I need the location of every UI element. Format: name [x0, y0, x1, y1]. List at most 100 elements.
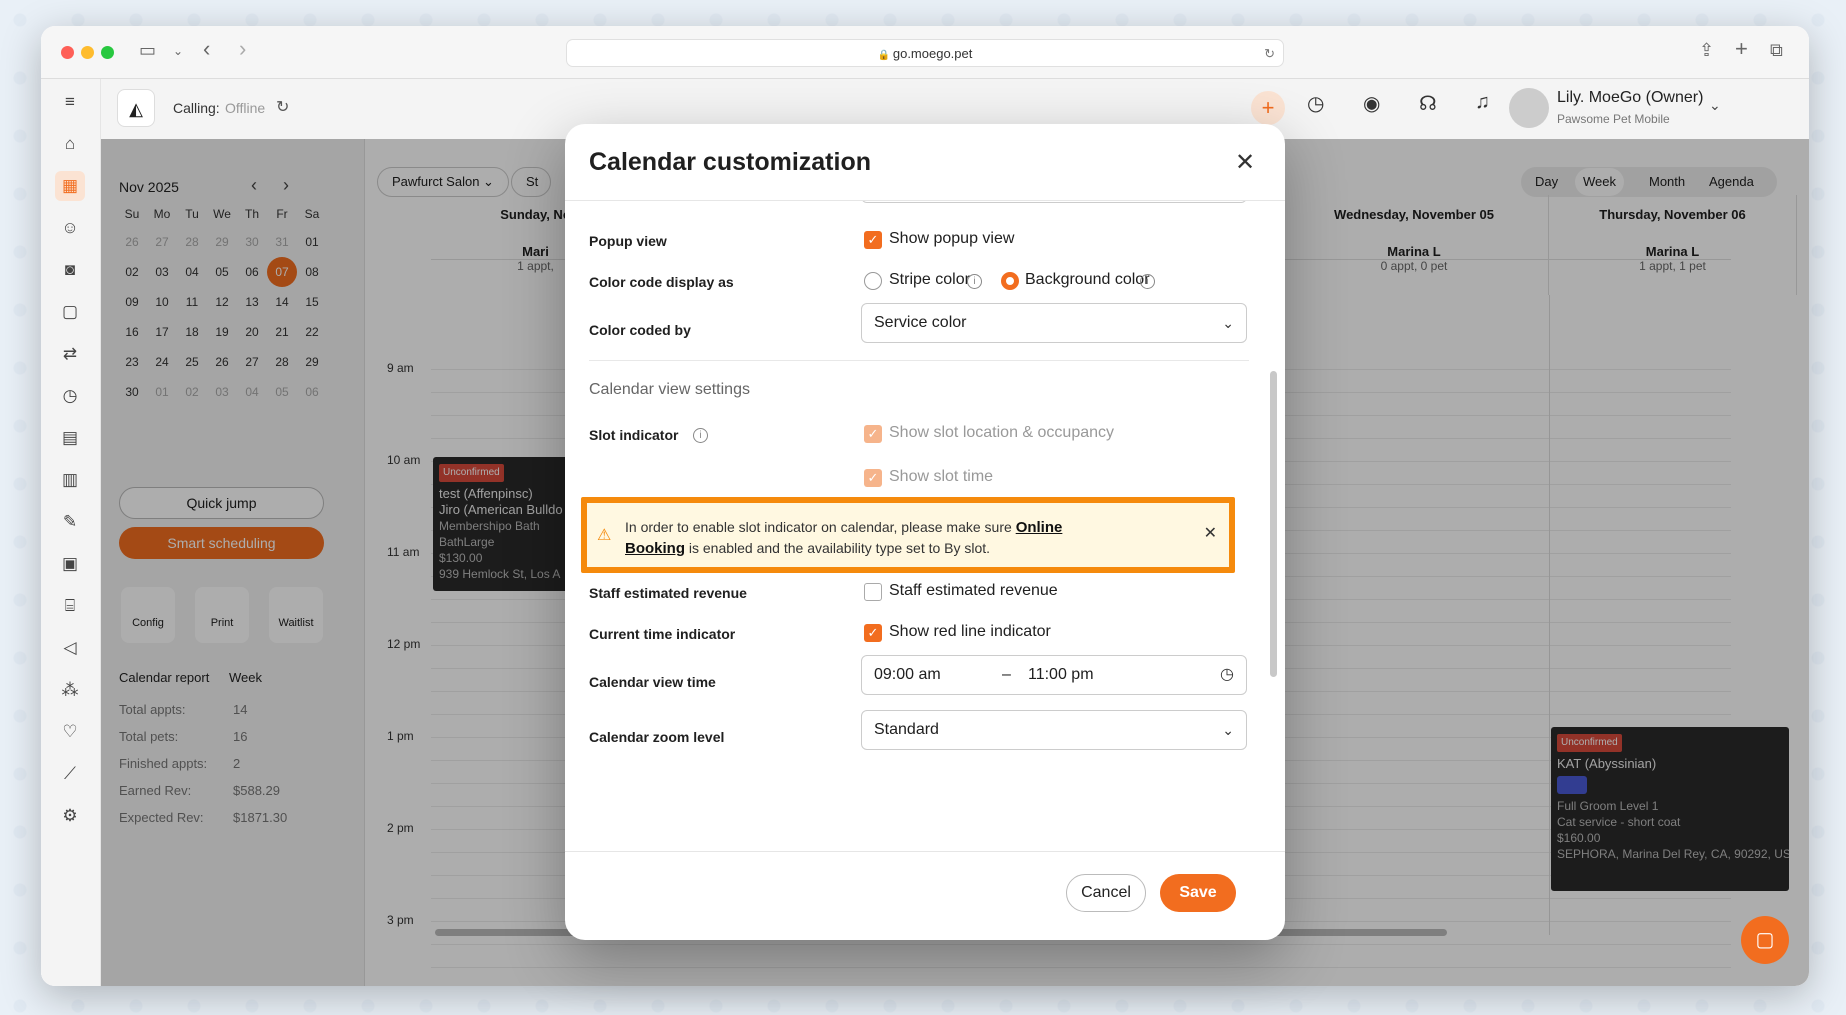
forward-icon[interactable]: ›	[239, 36, 246, 62]
browser-chrome: ▭ ⌄ ‹ › 🔒 go.moego.pet ↻ ⇪ + ⧉	[41, 26, 1809, 79]
team-icon[interactable]: ⁂	[55, 675, 85, 705]
section-title: Calendar view settings	[589, 381, 750, 398]
calling-label: Calling:	[173, 100, 220, 116]
popup-view-option: Show popup view	[889, 230, 1015, 247]
refresh-icon[interactable]: ↻	[276, 97, 289, 117]
current-time-checkbox[interactable]: ✓	[864, 624, 882, 642]
left-nav-rail: ≡ ⌂ ▦ ☺ ◙ ▢ ⇄ ◷ ▤ ▥ ✎ ▣ ⌸ ◁ ⁂ ♡ ⟋ ⚙	[41, 79, 101, 986]
calling-status: Offline	[225, 100, 266, 116]
view-time-end[interactable]: 11:00 pm	[1028, 656, 1094, 694]
popup-view-label: Popup view	[589, 233, 667, 249]
background-color-option: Background color	[1025, 271, 1150, 288]
chevron-down-icon[interactable]: ⌄	[1709, 97, 1721, 114]
clients-icon[interactable]: ☺	[55, 213, 85, 243]
zoom-level-value: Standard	[874, 721, 939, 738]
ai-assistant-icon[interactable]: ◉	[1363, 91, 1380, 116]
zoom-level-select[interactable]: Standard ⌄	[861, 710, 1247, 750]
headset-icon[interactable]: ☊	[1419, 91, 1437, 116]
info-icon[interactable]: i	[967, 274, 982, 289]
warning-text-end: is enabled and the availability type set…	[685, 540, 991, 556]
lock-icon: 🔒	[877, 50, 893, 61]
back-icon[interactable]: ‹	[203, 36, 210, 62]
background-color-radio[interactable]	[1001, 272, 1019, 290]
chart-icon[interactable]: ⟋	[55, 759, 85, 789]
color-coded-by-value: Service color	[874, 314, 967, 331]
share-icon[interactable]: ⇪	[1699, 40, 1714, 61]
megaphone-icon[interactable]: ◁	[55, 633, 85, 663]
staff-revenue-option: Staff estimated revenue	[889, 582, 1058, 599]
warning-text: In order to enable slot indicator on cal…	[625, 517, 1095, 559]
select-field-edge	[861, 201, 1247, 203]
popup-view-checkbox[interactable]: ✓	[864, 231, 882, 249]
bank-icon[interactable]: ⌸	[55, 591, 85, 621]
modal-body: Popup view ✓ Show popup view Color code …	[565, 201, 1285, 851]
stripe-color-option: Stripe color	[889, 271, 970, 288]
warning-text-start: In order to enable slot indicator on cal…	[625, 519, 1016, 535]
warning-icon: ⚠	[597, 527, 612, 544]
user-name[interactable]: Lily. MoeGo (Owner)	[1557, 89, 1703, 107]
calendar-customization-modal: Calendar customization ✕ Popup view ✓ Sh…	[565, 124, 1285, 940]
slot-time-checkbox[interactable]: ✓	[864, 469, 882, 487]
cancel-button[interactable]: Cancel	[1066, 874, 1146, 912]
logo-icon: ◭	[117, 89, 155, 127]
route-icon[interactable]: ⇄	[55, 339, 85, 369]
booking-icon[interactable]: ▤	[55, 423, 85, 453]
close-icon[interactable]: ✕	[1204, 523, 1217, 543]
chat-icon[interactable]: ▢	[1741, 916, 1789, 964]
close-icon[interactable]: ✕	[1233, 148, 1257, 177]
current-time-option: Show red line indicator	[889, 623, 1051, 640]
close-window-button[interactable]	[61, 46, 74, 59]
slot-location-option: Show slot location & occupancy	[889, 424, 1115, 441]
info-icon[interactable]: i	[1140, 274, 1155, 289]
settings-icon[interactable]: ⚙	[55, 801, 85, 831]
url-text: go.moego.pet	[892, 46, 973, 61]
alarm-icon[interactable]: ◷	[55, 381, 85, 411]
slot-location-checkbox[interactable]: ✓	[864, 425, 882, 443]
chevron-down-icon: ⌄	[1222, 722, 1234, 738]
slot-time-option: Show slot time	[889, 468, 994, 485]
sidebar-toggle-icon[interactable]: ▭	[139, 40, 156, 61]
modal-footer: Cancel Save	[565, 851, 1285, 940]
view-time-dash: –	[1002, 666, 1011, 683]
card-icon[interactable]: ▣	[55, 549, 85, 579]
slot-indicator-label: Slot indicator	[589, 427, 679, 443]
tabs-overview-icon[interactable]: ⧉	[1770, 40, 1783, 61]
view-time-range[interactable]: 09:00 am – 11:00 pm ◷	[861, 655, 1247, 695]
modal-title: Calendar customization	[589, 148, 871, 176]
modal-scrollbar[interactable]	[1270, 371, 1277, 677]
clipboard-icon[interactable]: ▥	[55, 465, 85, 495]
save-button[interactable]: Save	[1160, 874, 1236, 912]
menu-icon[interactable]: ≡	[55, 87, 85, 117]
business-name: Pawsome Pet Mobile	[1557, 112, 1670, 126]
clock-icon: ◷	[1220, 666, 1234, 683]
maximize-window-button[interactable]	[101, 46, 114, 59]
reload-icon[interactable]: ↻	[1264, 40, 1275, 67]
calendar-icon[interactable]: ▦	[55, 171, 85, 201]
home-icon[interactable]: ⌂	[55, 129, 85, 159]
pen-icon[interactable]: ✎	[55, 507, 85, 537]
stripe-color-radio[interactable]	[864, 272, 882, 290]
chevron-down-icon[interactable]: ⌄	[173, 44, 183, 58]
color-display-label: Color code display as	[589, 274, 734, 290]
heart-icon[interactable]: ♡	[55, 717, 85, 747]
new-tab-icon[interactable]: +	[1735, 36, 1748, 62]
avatar[interactable]	[1509, 88, 1549, 128]
info-icon[interactable]: i	[693, 428, 708, 443]
bell-icon[interactable]: ♫	[1475, 91, 1490, 114]
slot-indicator-warning: ⚠ In order to enable slot indicator on c…	[581, 497, 1235, 573]
address-bar[interactable]: 🔒 go.moego.pet ↻	[566, 39, 1284, 67]
chevron-down-icon: ⌄	[1222, 315, 1234, 331]
minimize-window-button[interactable]	[81, 46, 94, 59]
message-icon[interactable]: ▢	[55, 297, 85, 327]
view-time-label: Calendar view time	[589, 674, 716, 690]
staff-revenue-checkbox[interactable]	[864, 583, 882, 601]
clock-icon[interactable]: ◷	[1307, 91, 1324, 116]
color-coded-by-label: Color coded by	[589, 322, 691, 338]
section-divider	[589, 360, 1249, 361]
staff-revenue-label: Staff estimated revenue	[589, 585, 747, 601]
bag-icon[interactable]: ◙	[55, 255, 85, 285]
view-time-start[interactable]: 09:00 am	[874, 666, 941, 683]
color-coded-by-select[interactable]: Service color ⌄	[861, 303, 1247, 343]
current-time-label: Current time indicator	[589, 626, 736, 642]
add-icon[interactable]: +	[1251, 91, 1285, 125]
